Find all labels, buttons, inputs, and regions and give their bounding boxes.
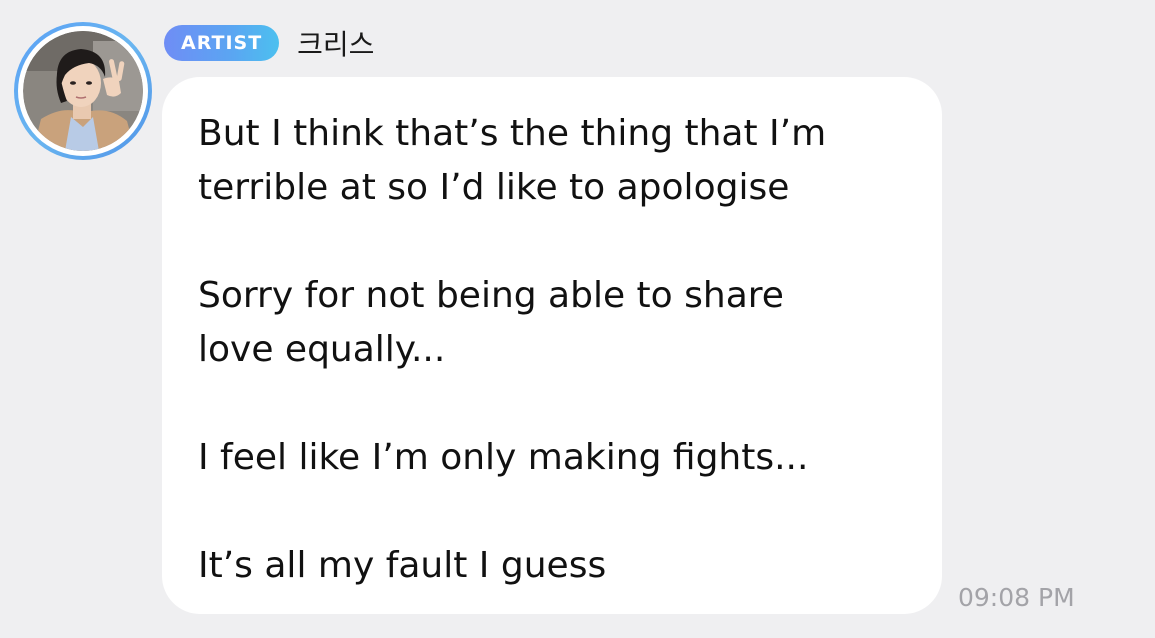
message-timestamp: 09:08 PM — [958, 583, 1075, 612]
message-line: terrible at so I’d like to apologise — [198, 167, 790, 208]
avatar-frame — [18, 26, 148, 156]
avatar-ring[interactable] — [14, 22, 152, 160]
message-line: love equally... — [198, 329, 446, 370]
message-line: But I think that’s the thing that I’m — [198, 113, 827, 154]
message-header: ARTIST 크리스 — [164, 24, 374, 62]
artist-badge: ARTIST — [164, 25, 280, 61]
sender-name[interactable]: 크리스 — [297, 23, 374, 63]
avatar[interactable] — [23, 31, 143, 151]
message-line: It’s all my fault I guess — [198, 545, 607, 586]
message-line: I feel like I’m only making fights... — [198, 437, 809, 478]
message-bubble[interactable]: But I think that’s the thing that I’m te… — [162, 77, 942, 614]
message-line: Sorry for not being able to share — [198, 275, 784, 316]
